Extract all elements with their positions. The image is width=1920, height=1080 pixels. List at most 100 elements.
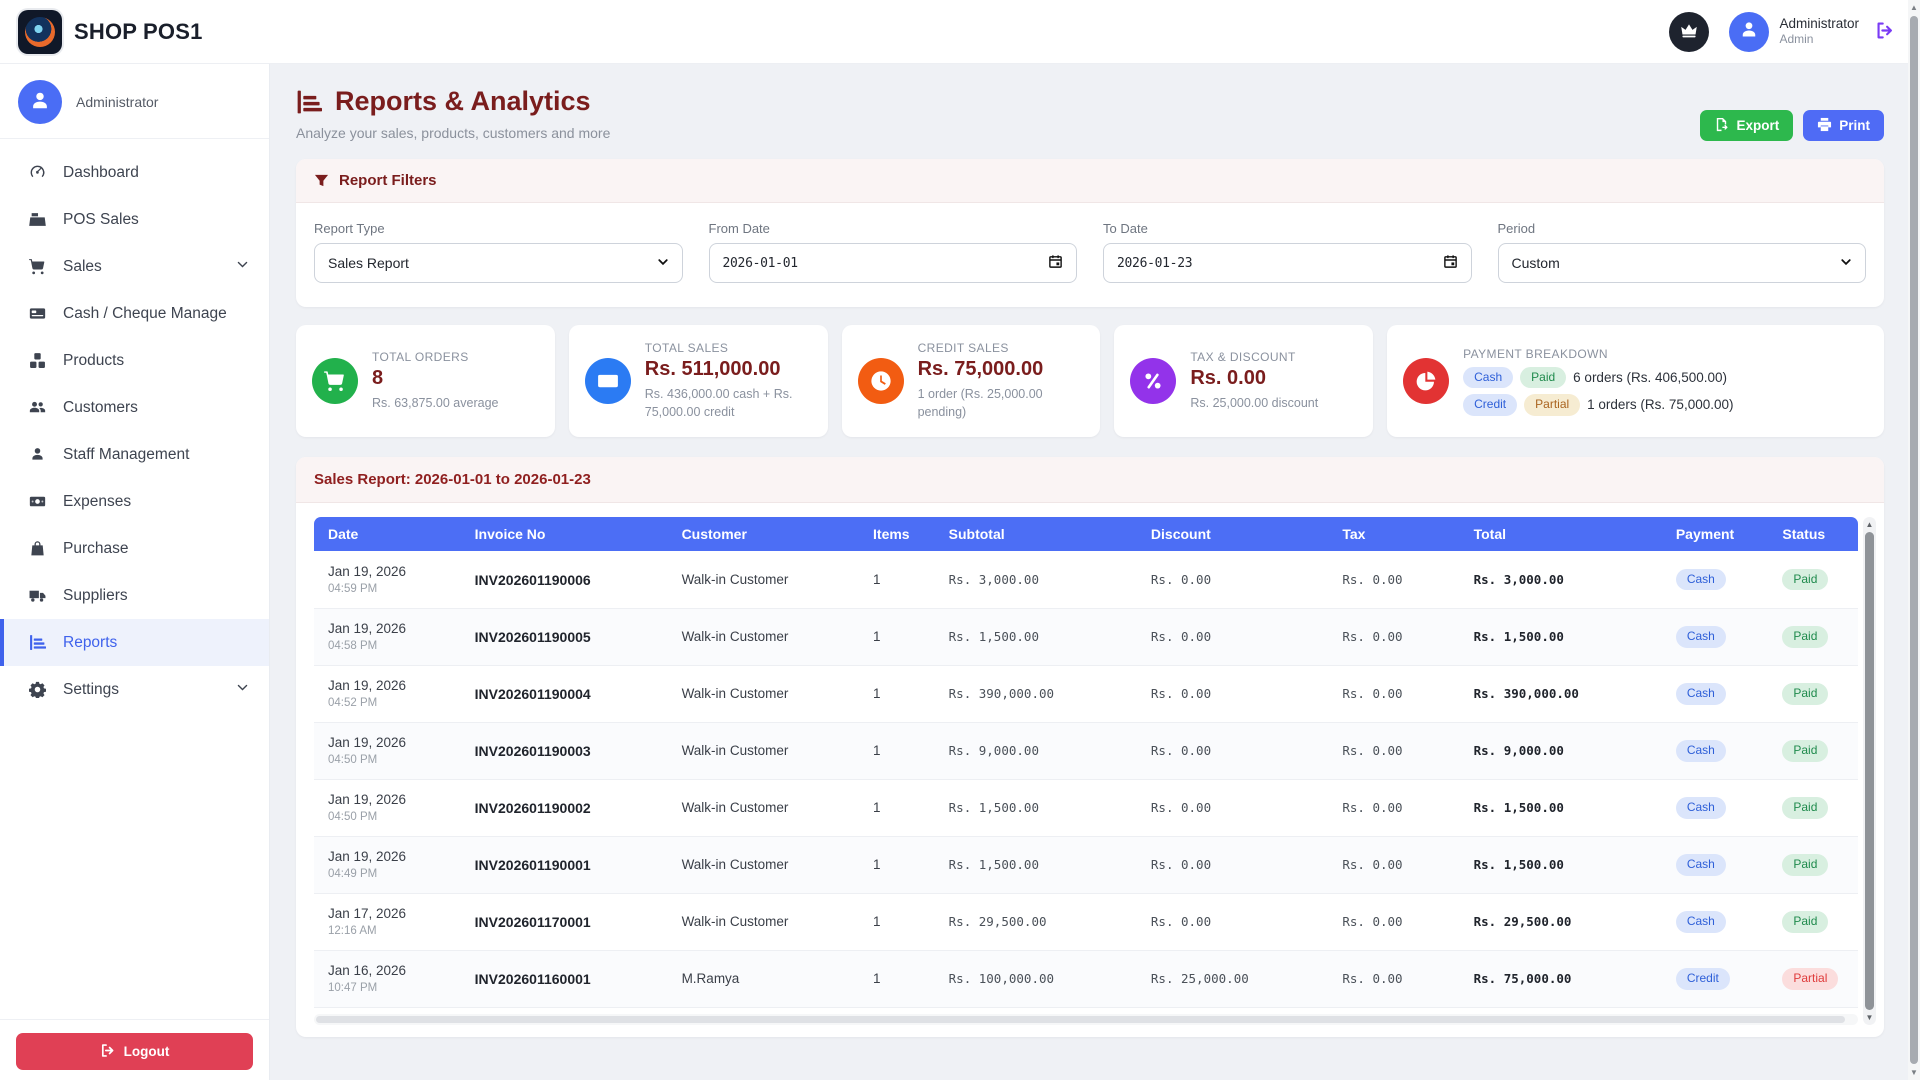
table-row: Jan 19, 202604:49 PMINV202601190001Walk-… [314, 836, 1858, 893]
page-scrollbar-thumb[interactable] [1910, 16, 1918, 1064]
sidebar-item-cash-cheque-manage[interactable]: Cash / Cheque Manage [0, 290, 269, 337]
scroll-down-arrow[interactable]: ▼ [1866, 1012, 1874, 1023]
sidebar-item-purchase[interactable]: Purchase [0, 525, 269, 572]
table-row: Jan 19, 202604:50 PMINV202601190003Walk-… [314, 722, 1858, 779]
sales-report-card: Sales Report: 2026-01-01 to 2026-01-23 D… [296, 457, 1884, 1037]
print-label: Print [1839, 118, 1870, 133]
payment-breakdown-card: PAYMENT BREAKDOWN CashPaid6 orders (Rs. … [1387, 325, 1884, 437]
sidebar-item-reports[interactable]: Reports [0, 619, 269, 666]
sidebar-item-label: Expenses [63, 493, 131, 511]
row-time: 04:59 PM [328, 583, 447, 595]
payment-cell: Cash [1662, 722, 1769, 779]
sidebar-item-expenses[interactable]: Expenses [0, 478, 269, 525]
payment-cell: Cash [1662, 836, 1769, 893]
logout-button[interactable]: Logout [16, 1033, 253, 1070]
table-row: Jan 19, 202604:58 PMINV202601190005Walk-… [314, 608, 1858, 665]
from-date-input[interactable]: 2026-01-01 [709, 243, 1078, 283]
date-cell: Jan 19, 202604:59 PM [314, 551, 461, 608]
sidebar-footer: Logout [0, 1019, 269, 1080]
chart-bar-icon [296, 89, 322, 115]
sidebar-item-suppliers[interactable]: Suppliers [0, 572, 269, 619]
column-header-payment: Payment [1662, 517, 1769, 551]
row-time: 04:49 PM [328, 868, 447, 880]
brand[interactable]: SHOP POS1 [18, 10, 203, 54]
crown-button[interactable] [1669, 12, 1709, 52]
summary-cards: TOTAL ORDERS8Rs. 63,875.00 average TOTAL … [296, 325, 1884, 437]
to-date-value: 2026-01-23 [1117, 256, 1192, 271]
status-cell: Paid [1768, 608, 1858, 665]
sidebar-item-sales[interactable]: Sales [0, 243, 269, 290]
tax-cell: Rs. 0.00 [1328, 836, 1459, 893]
customer-cell: Walk-in Customer [668, 722, 859, 779]
sidebar-item-pos-sales[interactable]: POS Sales [0, 196, 269, 243]
clock-icon [858, 358, 904, 404]
discount-cell: Rs. 25,000.00 [1137, 950, 1328, 1007]
sidebar-item-label: POS Sales [63, 211, 139, 229]
main-content: Reports & Analytics Analyze your sales, … [270, 64, 1908, 1080]
row-time: 12:16 AM [328, 925, 447, 937]
customer-cell: Walk-in Customer [668, 779, 859, 836]
table-vertical-scrollbar[interactable]: ▲ ▼ [1863, 517, 1876, 1025]
vertical-scrollbar-thumb[interactable] [1865, 532, 1874, 1010]
sidebar-profile: Administrator [0, 64, 269, 139]
user-menu[interactable]: Administrator Admin [1729, 12, 1859, 52]
calendar-icon[interactable] [1048, 254, 1063, 272]
payment-cell: Cash [1662, 779, 1769, 836]
discount-cell: Rs. 0.00 [1137, 893, 1328, 950]
speedometer-icon [28, 164, 46, 181]
scroll-up-arrow[interactable]: ▲ [1866, 519, 1874, 530]
subtotal-cell: Rs. 9,000.00 [935, 722, 1137, 779]
horizontal-scrollbar-thumb[interactable] [316, 1016, 1845, 1023]
subtotal-cell: Rs. 1,500.00 [935, 836, 1137, 893]
navbar-logout-button[interactable] [1875, 21, 1894, 43]
page-scroll-up-arrow[interactable]: ▲ [1910, 2, 1918, 13]
sidebar-item-staff-management[interactable]: Staff Management [0, 431, 269, 478]
status-badge: Paid [1782, 740, 1828, 762]
sidebar-item-label: Dashboard [63, 164, 139, 182]
payment-badge: Cash [1676, 569, 1726, 591]
sidebar-item-products[interactable]: Products [0, 337, 269, 384]
page-title: Reports & Analytics [296, 86, 610, 117]
brand-emblem-icon [25, 17, 55, 47]
sidebar-item-dashboard[interactable]: Dashboard [0, 149, 269, 196]
total-cell: Rs. 75,000.00 [1460, 950, 1662, 1007]
export-button[interactable]: Export [1700, 110, 1793, 141]
column-header-status: Status [1768, 517, 1858, 551]
user-meta: Administrator Admin [1779, 16, 1859, 47]
page-scroll-down-arrow[interactable]: ▼ [1910, 1067, 1918, 1078]
summary-card-body: TOTAL ORDERS8Rs. 63,875.00 average [372, 350, 498, 412]
row-time: 04:52 PM [328, 697, 447, 709]
chart-bar-icon [28, 634, 46, 651]
report-type-select[interactable]: Sales Report [314, 243, 683, 283]
print-button[interactable]: Print [1803, 110, 1884, 141]
period-select[interactable]: Custom [1498, 243, 1867, 283]
summary-card-total-sales: TOTAL SALESRs. 511,000.00Rs. 436,000.00 … [569, 325, 828, 437]
tax-cell: Rs. 0.00 [1328, 950, 1459, 1007]
customer-cell: Walk-in Customer [668, 551, 859, 608]
payment-breakdown-body: PAYMENT BREAKDOWN CashPaid6 orders (Rs. … [1463, 347, 1733, 416]
sidebar-item-label: Cash / Cheque Manage [63, 305, 227, 323]
tax-cell: Rs. 0.00 [1328, 551, 1459, 608]
column-header-total: Total [1460, 517, 1662, 551]
table-row: Jan 16, 202610:47 PMINV202601160001M.Ram… [314, 950, 1858, 1007]
logout-icon [100, 1043, 115, 1061]
payment-method-badge: Cash [1463, 367, 1513, 389]
row-time: 04:50 PM [328, 754, 447, 766]
total-cell: Rs. 1,500.00 [1460, 836, 1662, 893]
sidebar-item-customers[interactable]: Customers [0, 384, 269, 431]
funnel-icon [314, 173, 329, 188]
customer-cell: Walk-in Customer [668, 893, 859, 950]
invoice-cell: INV202601190006 [461, 551, 668, 608]
row-date: Jan 17, 2026 [328, 906, 447, 921]
summary-card-tax-discount: TAX & DISCOUNTRs. 0.00Rs. 25,000.00 disc… [1114, 325, 1373, 437]
page-subtitle: Analyze your sales, products, customers … [296, 125, 610, 141]
calendar-icon[interactable] [1443, 254, 1458, 272]
to-date-input[interactable]: 2026-01-23 [1103, 243, 1472, 283]
sidebar-item-settings[interactable]: Settings [0, 666, 269, 713]
period-value: Custom [1512, 255, 1560, 271]
date-cell: Jan 19, 202604:52 PM [314, 665, 461, 722]
payment-cell: Credit [1662, 950, 1769, 1007]
page-scrollbar[interactable]: ▲ ▼ [1908, 0, 1920, 1080]
row-date: Jan 19, 2026 [328, 735, 447, 750]
table-horizontal-scrollbar[interactable] [314, 1014, 1858, 1025]
